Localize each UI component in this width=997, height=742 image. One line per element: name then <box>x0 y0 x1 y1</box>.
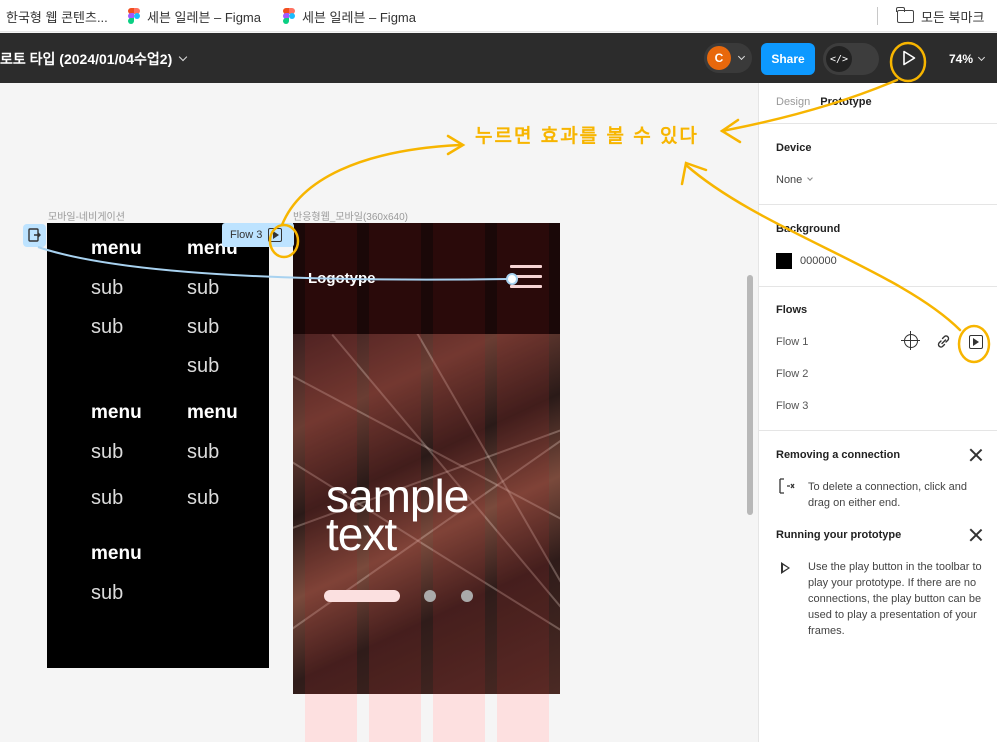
bookmark-label: 한국형 웹 콘텐츠... <box>6 9 108 25</box>
play-flow-icon[interactable] <box>268 228 283 242</box>
hero-headline: sample text <box>326 473 469 557</box>
panel-tabs: Design Prototype <box>776 96 872 108</box>
code-icon: </> <box>826 46 852 72</box>
link-icon[interactable] <box>935 334 952 349</box>
share-button[interactable]: Share <box>761 43 815 75</box>
flow-start-icon <box>28 228 41 242</box>
collaborators-menu[interactable]: C <box>704 43 752 73</box>
flow-item[interactable]: Flow 2 <box>776 368 808 380</box>
present-flow-icon[interactable] <box>969 335 983 349</box>
file-title-menu[interactable]: 로토 타입 (2024/01/04수업2) <box>0 49 188 69</box>
flow-tag-label: Flow 3 <box>230 229 263 241</box>
divider <box>759 204 997 205</box>
zoom-menu[interactable]: 74% <box>949 52 986 66</box>
tab-design[interactable]: Design <box>776 96 810 108</box>
disconnect-icon <box>779 478 795 494</box>
bookmark-label: 세븐 일레븐 – Figma <box>302 9 416 25</box>
device-select[interactable]: None <box>776 174 814 186</box>
tab-prototype[interactable]: Prototype <box>820 96 871 108</box>
device-section-title: Device <box>776 142 812 154</box>
flow-item[interactable]: Flow 3 <box>776 400 808 412</box>
bookmarks-divider <box>877 7 878 25</box>
bookmark-item[interactable]: 한국형 웹 콘텐츠... <box>6 7 108 25</box>
nav-menu-heading: menu <box>91 402 142 423</box>
nav-menu-heading: menu <box>91 543 142 564</box>
removing-connection-help: To delete a connection, click and drag o… <box>808 481 967 509</box>
frame-label[interactable]: 반응형웹_모바일(360x640) <box>293 208 408 223</box>
close-icon[interactable] <box>969 448 983 462</box>
crosshair-icon[interactable] <box>901 331 920 350</box>
frame-label[interactable]: 모바일-네비게이션 <box>48 208 125 223</box>
logotype: Logotype <box>308 270 376 287</box>
play-icon <box>903 50 916 66</box>
nav-sub-item: sub <box>91 441 124 463</box>
nav-menu-heading: menu <box>187 402 238 423</box>
device-value: None <box>776 174 803 186</box>
nav-sub-item: sub <box>91 582 124 604</box>
flows-section-title: Flows <box>776 304 808 316</box>
background-section-title: Background <box>776 223 841 235</box>
zoom-level: 74% <box>949 52 974 66</box>
slider-indicator-dot[interactable] <box>461 590 473 602</box>
design-canvas[interactable]: 모바일-네비게이션 반응형웹_모바일(360x640) menu sub sub… <box>0 83 758 742</box>
background-hex[interactable]: 000000 <box>800 255 837 267</box>
dev-mode-toggle[interactable]: </> <box>823 43 879 75</box>
nav-sub-item: sub <box>187 355 220 377</box>
flow-tag[interactable]: Flow 3 <box>222 223 294 247</box>
folder-icon <box>896 6 914 23</box>
canvas-scrollbar[interactable] <box>747 275 753 515</box>
nav-menu-heading: menu <box>91 238 142 259</box>
bookmarks-bar: 한국형 웹 콘텐츠... 세븐 일레븐 – Figma 세븐 일레븐 – Fig… <box>0 0 997 32</box>
running-prototype-help: Use the play button in the toolbar to pl… <box>808 561 982 637</box>
background-swatch[interactable] <box>776 253 792 269</box>
hamburger-menu-icon[interactable] <box>510 265 542 289</box>
nav-sub-item: sub <box>187 487 220 509</box>
properties-panel: Design Prototype Device None Background … <box>758 83 997 742</box>
hero-image: sample text <box>293 334 560 694</box>
divider <box>759 123 997 124</box>
nav-sub-item: sub <box>187 441 220 463</box>
navigation-frame[interactable]: menu sub sub menu sub sub menu sub menu … <box>47 223 269 668</box>
bookmark-label: 세븐 일레븐 – Figma <box>147 9 261 25</box>
all-bookmarks-button[interactable]: 모든 북마크 <box>896 6 985 25</box>
bookmark-item[interactable]: 세븐 일레븐 – Figma <box>128 7 261 25</box>
divider <box>759 286 997 287</box>
flow-starting-point[interactable] <box>23 224 46 247</box>
slider-indicator-active[interactable] <box>324 590 400 602</box>
running-prototype-title: Running your prototype <box>776 529 902 541</box>
nav-sub-item: sub <box>91 487 124 509</box>
mobile-grid-columns <box>293 694 560 742</box>
figma-window: 한국형 웹 콘텐츠... 세븐 일레븐 – Figma 세븐 일레븐 – Fig… <box>0 0 997 742</box>
handwritten-annotation: 누르면 효과를 볼 수 있다 <box>475 126 699 147</box>
nav-sub-item: sub <box>91 277 124 299</box>
chevron-down-icon <box>737 52 746 60</box>
chevron-down-icon <box>807 175 814 181</box>
play-icon <box>781 562 790 574</box>
nav-sub-item: sub <box>187 277 220 299</box>
removing-connection-title: Removing a connection <box>776 449 901 461</box>
bookmark-item[interactable]: 세븐 일레븐 – Figma <box>283 7 416 25</box>
chevron-down-icon <box>977 53 986 61</box>
file-title: 로토 타입 (2024/01/04수업2) <box>0 51 173 67</box>
nav-sub-item: sub <box>91 316 124 338</box>
divider <box>759 430 997 431</box>
slider-indicator-dot[interactable] <box>424 590 436 602</box>
figma-icon <box>283 8 295 24</box>
nav-sub-item: sub <box>187 316 220 338</box>
figma-icon <box>128 8 140 24</box>
all-bookmarks-label: 모든 북마크 <box>921 9 985 25</box>
present-button[interactable] <box>895 44 923 72</box>
flow-item[interactable]: Flow 1 <box>776 336 808 348</box>
mobile-header: Logotype <box>293 223 560 334</box>
chevron-down-icon <box>179 52 188 62</box>
avatar: C <box>707 46 731 70</box>
close-icon[interactable] <box>969 528 983 542</box>
figma-toolbar: 로토 타입 (2024/01/04수업2) C Share </> 74% <box>0 33 997 83</box>
mobile-frame[interactable]: Logotype sample text <box>293 223 560 742</box>
